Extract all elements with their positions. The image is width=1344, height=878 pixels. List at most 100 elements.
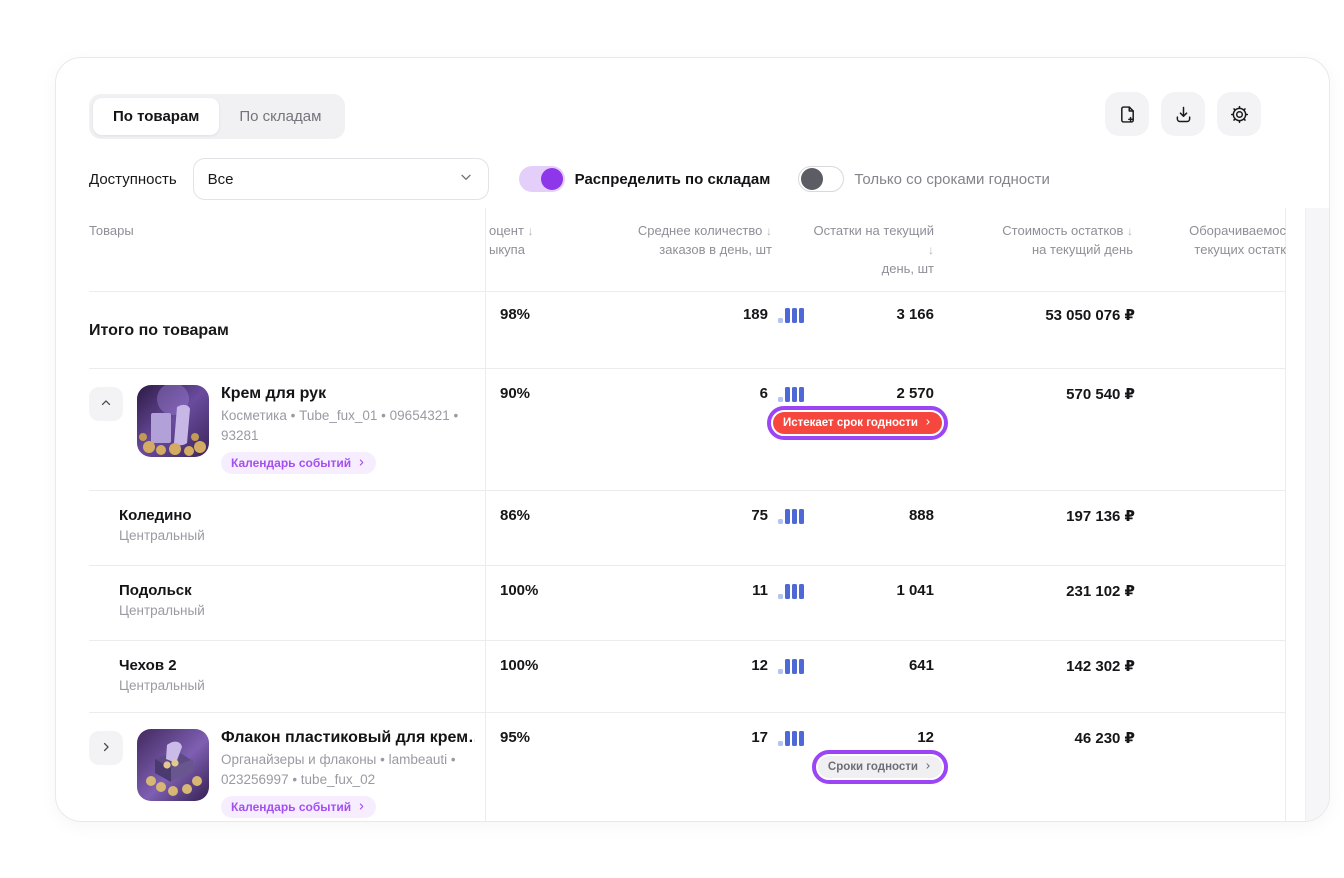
turnover-cell bbox=[1141, 713, 1286, 821]
turnover-cell bbox=[1141, 369, 1286, 490]
buyout-value: 100% bbox=[500, 582, 539, 599]
view-tabs: По товарам По складам bbox=[89, 94, 346, 139]
stock-value: 2 570 bbox=[896, 385, 934, 402]
distribute-toggle-label: Распределить по складам bbox=[574, 170, 771, 188]
buyout-value: 98% bbox=[500, 306, 531, 323]
stock-cost-value: 231 102 ₽ bbox=[1066, 583, 1135, 600]
availability-value: Все bbox=[207, 170, 234, 188]
highlight-ring: Сроки годности bbox=[811, 750, 948, 784]
warehouse-name: Чехов 2 bbox=[119, 657, 177, 674]
expiring-shelf-life-badge[interactable]: Истекает срок годности bbox=[772, 412, 942, 434]
events-calendar-badge[interactable]: Календарь событий bbox=[221, 452, 377, 475]
warehouse-name: Подольск bbox=[119, 582, 192, 599]
stock-value: 641 bbox=[908, 657, 934, 674]
toggle-knob bbox=[540, 168, 563, 190]
filter-row: Доступность Все Распределить по складам … bbox=[89, 158, 1289, 200]
tab-by-warehouses[interactable]: По складам bbox=[219, 98, 341, 135]
turnover-cell bbox=[1141, 491, 1286, 565]
column-header-buyout-percent[interactable]: оцент ↓ ыкупа bbox=[486, 208, 561, 291]
stock-cost-value: 53 050 076 ₽ bbox=[1045, 307, 1135, 324]
tab-by-products[interactable]: По товарам bbox=[93, 98, 220, 135]
avg-orders-value: 189 bbox=[742, 306, 768, 323]
buyout-value: 86% bbox=[500, 507, 531, 524]
column-header-avg-orders[interactable]: Среднее количество ↓ заказов в день, шт bbox=[561, 208, 806, 291]
avg-orders-value: 17 bbox=[751, 729, 768, 746]
chevron-right-icon bbox=[924, 417, 932, 429]
chevron-right-icon bbox=[99, 740, 113, 757]
avg-orders-value: 75 bbox=[751, 507, 768, 524]
table-row-warehouse: Коледино Центральный 86% 75 888 197 136 … bbox=[89, 491, 1285, 566]
table-row-product: Флакон пластиковый для крем… Органайзеры… bbox=[89, 713, 1286, 821]
buyout-value: 90% bbox=[500, 385, 531, 402]
sort-desc-icon: ↓ bbox=[766, 224, 772, 238]
sort-desc-icon: ↓ bbox=[527, 224, 534, 238]
total-row-title: Итого по товарам bbox=[89, 292, 486, 368]
orders-sparkline-icon[interactable] bbox=[778, 730, 804, 746]
table-header-row: Товары оцент ↓ ыкупа Среднее количество … bbox=[89, 208, 1286, 292]
stock-value: 3 166 bbox=[896, 306, 934, 323]
table-right-gutter bbox=[1305, 208, 1329, 821]
events-calendar-badge[interactable]: Календарь событий bbox=[221, 796, 377, 819]
sort-desc-icon: ↓ bbox=[928, 242, 934, 257]
orders-sparkline-icon[interactable] bbox=[778, 658, 804, 674]
orders-sparkline-icon[interactable] bbox=[778, 386, 804, 402]
expiry-toggle-label: Только со сроками годности bbox=[854, 170, 1050, 188]
toolbar bbox=[1105, 92, 1261, 136]
table-row-product: Крем для рук Косметика • Tube_fux_01 • 0… bbox=[89, 369, 1285, 491]
orders-sparkline-icon[interactable] bbox=[778, 508, 804, 524]
avg-orders-value: 6 bbox=[759, 385, 768, 402]
chevron-down-icon bbox=[458, 169, 474, 190]
distribute-by-warehouses-toggle[interactable] bbox=[518, 166, 565, 192]
buyout-value: 95% bbox=[500, 729, 531, 746]
buyout-value: 100% bbox=[500, 657, 539, 674]
column-header-turnover[interactable]: Оборачиваемос текущих остатк bbox=[1141, 208, 1286, 291]
avg-orders-value: 11 bbox=[752, 582, 768, 599]
product-title[interactable]: Флакон пластиковый для крем… bbox=[221, 729, 475, 747]
column-header-stock-value[interactable]: Стоимость остатков ↓ на текущий день bbox=[936, 208, 1141, 291]
stock-report-card: По товарам По складам Доступность Все Ра… bbox=[55, 57, 1330, 822]
column-header-stock[interactable]: Остатки на текущий ↓ день, шт bbox=[806, 208, 936, 291]
product-title[interactable]: Крем для рук bbox=[221, 385, 458, 403]
turnover-cell bbox=[1141, 566, 1286, 640]
toggle-knob bbox=[801, 168, 824, 190]
product-image bbox=[137, 729, 209, 801]
orders-sparkline-icon[interactable] bbox=[778, 583, 804, 599]
column-header-products: Товары bbox=[89, 208, 486, 291]
stock-cost-value: 570 540 ₽ bbox=[1066, 386, 1135, 403]
only-expiry-toggle[interactable] bbox=[798, 166, 845, 192]
settings-button[interactable] bbox=[1217, 92, 1261, 136]
sort-desc-icon: ↓ bbox=[1127, 224, 1133, 238]
warehouse-name: Коледино bbox=[119, 507, 192, 524]
product-subtitle: Органайзеры и флаконы • lambeauti • 0232… bbox=[221, 752, 456, 787]
orders-sparkline-icon[interactable] bbox=[778, 307, 804, 323]
chevron-right-icon bbox=[357, 456, 366, 470]
stock-cost-value: 197 136 ₽ bbox=[1066, 508, 1135, 525]
chevron-up-icon bbox=[99, 396, 113, 413]
avg-orders-value: 12 bbox=[751, 657, 768, 674]
collapse-row-button[interactable] bbox=[89, 387, 123, 421]
stock-value: 1 041 bbox=[896, 582, 934, 599]
gear-icon bbox=[1229, 104, 1250, 125]
page: По товарам По складам Доступность Все Ра… bbox=[0, 0, 1344, 878]
product-image bbox=[137, 385, 209, 457]
table-row-warehouse: Чехов 2 Центральный 100% 12 641 142 302 … bbox=[89, 641, 1285, 713]
table-row-warehouse: Подольск Центральный 100% 11 1 041 231 1… bbox=[89, 566, 1285, 641]
stock-cost-value: 46 230 ₽ bbox=[1074, 730, 1135, 747]
create-report-button[interactable] bbox=[1105, 92, 1149, 136]
warehouse-region: Центральный bbox=[119, 528, 205, 543]
stock-value: 888 bbox=[908, 507, 934, 524]
download-button[interactable] bbox=[1161, 92, 1205, 136]
stock-cost-value: 142 302 ₽ bbox=[1066, 658, 1135, 675]
availability-select[interactable]: Все bbox=[192, 158, 489, 200]
highlight-ring: Истекает срок годности bbox=[766, 406, 948, 440]
availability-label: Доступность bbox=[89, 170, 177, 188]
chevron-right-icon bbox=[357, 800, 366, 814]
shelf-life-badge[interactable]: Сроки годности bbox=[817, 756, 942, 778]
turnover-cell bbox=[1141, 292, 1286, 368]
file-add-icon bbox=[1117, 104, 1138, 125]
product-subtitle: Косметика • Tube_fux_01 • 09654321 • 932… bbox=[221, 408, 459, 443]
download-icon bbox=[1173, 104, 1194, 125]
expand-row-button[interactable] bbox=[89, 731, 123, 765]
warehouse-region: Центральный bbox=[119, 603, 205, 618]
chevron-right-icon bbox=[924, 761, 932, 773]
